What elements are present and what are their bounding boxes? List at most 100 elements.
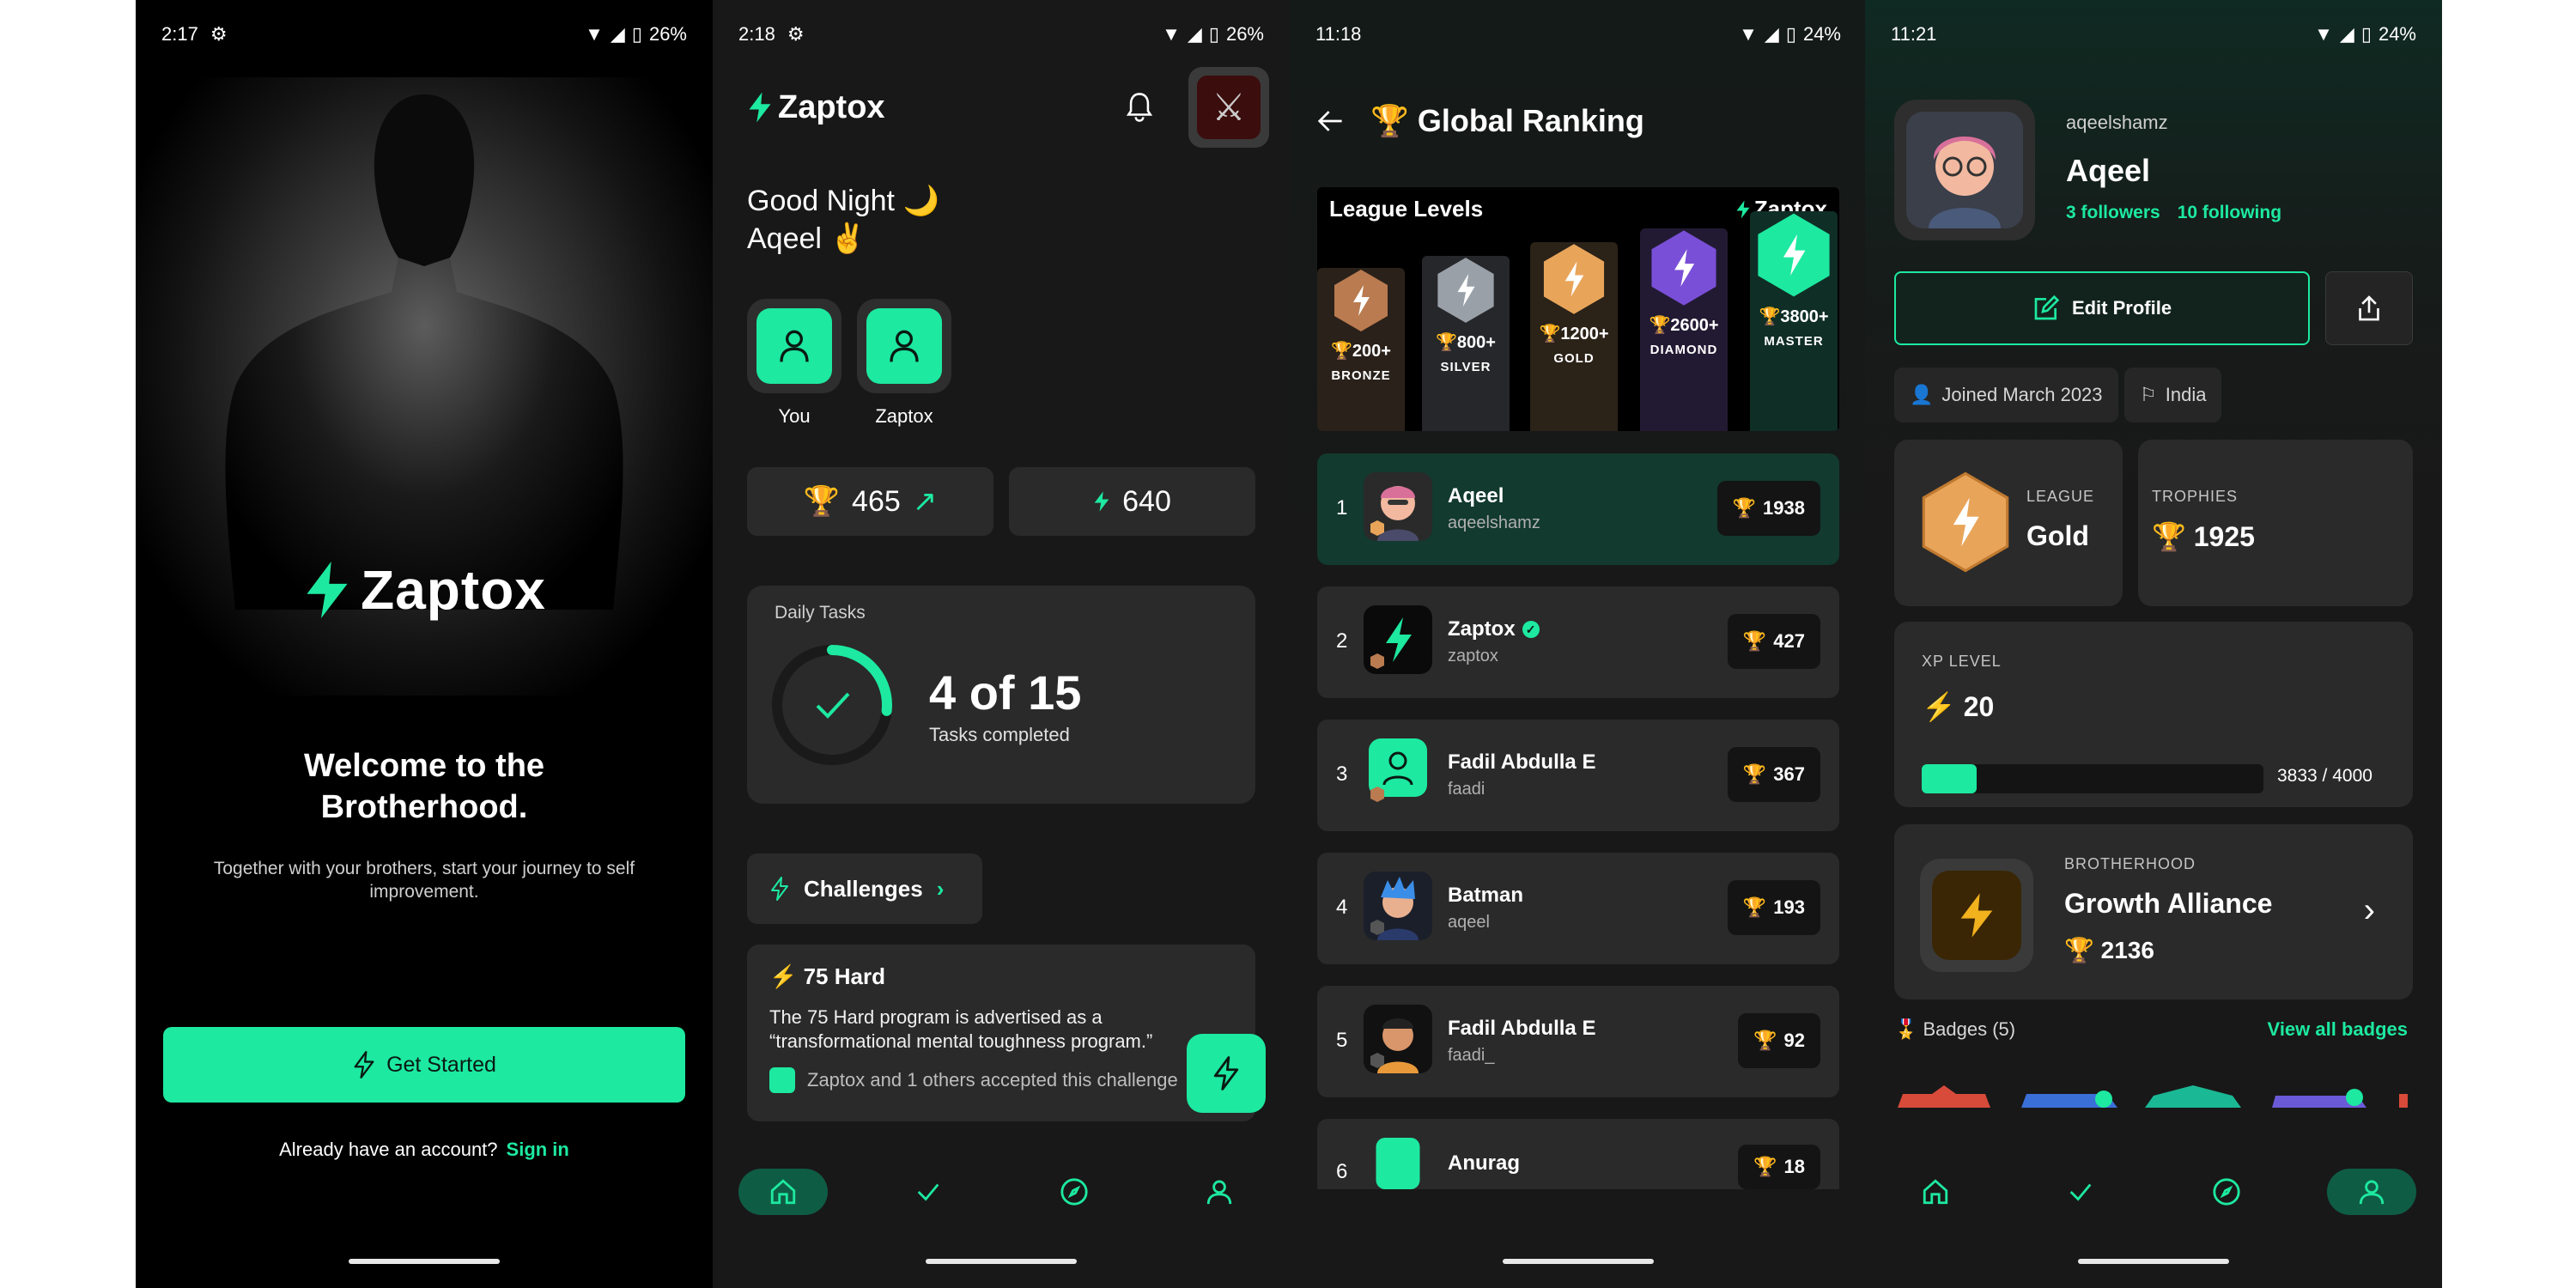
profile-name: Aqeel (2066, 153, 2151, 188)
signin-link[interactable]: Sign in (507, 1139, 569, 1160)
bell-icon[interactable] (1125, 91, 1154, 124)
tasks-label: Tasks completed (929, 724, 1070, 745)
nav-profile[interactable] (1175, 1169, 1264, 1215)
trophy-count: 465 (852, 484, 901, 518)
brotherhood-trophies: 🏆 2136 (2064, 937, 2154, 963)
challenge-accepted: Zaptox and 1 others accepted this challe… (769, 1067, 1233, 1093)
rank-number: 3 (1336, 762, 1348, 786)
nav-home[interactable] (1891, 1169, 1980, 1215)
compass-icon (2213, 1178, 2240, 1206)
xp-level-card[interactable]: XP LEVEL ⚡ 20 3833 / 4000 (1894, 622, 2413, 807)
trophies-card[interactable]: TROPHIES 🏆 1925 (2138, 440, 2413, 606)
challenge-title: ⚡ 75 Hard (769, 963, 885, 989)
level-name: MASTER (1764, 334, 1824, 349)
nav-tasks[interactable] (2036, 1169, 2125, 1215)
badge-item[interactable] (1898, 1085, 1990, 1108)
ranking-row[interactable]: 4 Batman aqeel 🏆 193 (1317, 853, 1839, 964)
member-name: Fadil Abdulla E (1448, 750, 1596, 774)
share-button[interactable] (2325, 271, 2413, 345)
wifi-icon: ▼ (1162, 23, 1181, 45)
league-card[interactable]: LEAGUE Gold (1894, 440, 2123, 606)
gold-badge-icon (1543, 244, 1605, 314)
brotherhood-card[interactable]: BROTHERHOOD Growth Alliance 🏆 2136 › (1894, 824, 2413, 999)
member-name: Zaptox ✓ (1448, 617, 1540, 641)
trophy-icon: 🏆 (1732, 497, 1757, 519)
nav-profile[interactable] (2326, 1169, 2416, 1215)
battery-icon: ▯ (631, 23, 642, 45)
level-master: 🏆3800+ MASTER (1750, 211, 1838, 431)
badge-item[interactable] (2021, 1085, 2117, 1108)
global-ranking-screen: 11:18 ▼ ◢ ▯ 24% 🏆 Global Ranking League Lev… (1290, 0, 1867, 1288)
member-name: Anurag (1448, 1151, 1520, 1175)
profile-avatar[interactable]: ⚔ (1188, 67, 1269, 148)
country-text: India (2165, 384, 2207, 405)
top-app-bar: Zaptox ⚔ (747, 67, 1269, 148)
greeting-name: Aqeel ✌️ (747, 222, 866, 255)
view-all-badges-link[interactable]: View all badges (2268, 1018, 2408, 1041)
xp-stat[interactable]: 640 (1009, 467, 1255, 536)
challenge-description: The 75 Hard program is advertised as a “… (769, 1006, 1153, 1052)
challenges-button[interactable]: Challenges › (747, 854, 982, 924)
score-value: 367 (1773, 763, 1805, 785)
home-indicator[interactable] (1503, 1259, 1654, 1264)
badge-item[interactable] (2399, 1085, 2408, 1108)
badge-item[interactable] (2145, 1085, 2241, 1108)
badge-item[interactable] (2272, 1085, 2366, 1108)
person-icon: 👤 (1910, 384, 1934, 405)
battery-level: 24% (1802, 23, 1841, 45)
nav-tasks[interactable] (884, 1169, 973, 1215)
member-you[interactable]: You (747, 299, 841, 428)
avatar-image (1906, 112, 2023, 228)
get-started-button[interactable]: Get Started (163, 1027, 685, 1103)
bronze-badge-icon (1334, 270, 1388, 331)
back-arrow-icon[interactable] (1315, 108, 1345, 134)
profile-avatar[interactable] (1894, 100, 2035, 240)
new-challenge-fab[interactable] (1187, 1034, 1266, 1113)
bolt-icon (1094, 491, 1109, 512)
joined-text: Joined March 2023 (1941, 384, 2103, 405)
trophy-score: 🏆 92 (1738, 1013, 1820, 1068)
bolt-outline-icon (771, 877, 788, 901)
member-username: aqeelshamz (1448, 513, 1540, 532)
nav-home[interactable] (738, 1169, 828, 1215)
ranking-row[interactable]: 6 Anurag 🏆 18 (1317, 1119, 1839, 1189)
trophy-stat[interactable]: 🏆 465 ↗ (747, 467, 993, 536)
ranking-row[interactable]: 2 Zaptox ✓ zaptox 🏆 427 (1317, 586, 1839, 698)
ranking-row[interactable]: 1 Aqeel aqeelshamz 🏆 1938 (1317, 453, 1839, 565)
home-indicator[interactable] (349, 1259, 500, 1264)
challenge-card[interactable]: ⚡ 75 Hard The 75 Hard program is adverti… (747, 945, 1255, 1121)
flag-icon: ⚐ (2140, 384, 2157, 405)
purple-badge-icon (2272, 1089, 2366, 1108)
nav-explore[interactable] (1030, 1169, 1119, 1215)
member-username: faadi_ (1448, 1046, 1495, 1065)
edit-profile-button[interactable]: Edit Profile (1894, 271, 2310, 345)
score-value: 18 (1783, 1156, 1805, 1177)
trophy-icon: 🏆 (1742, 763, 1767, 785)
trophy-icon: 🏆 (803, 485, 841, 518)
xp-progress-fill (1922, 764, 1977, 793)
score-value: 427 (1773, 630, 1805, 652)
app-name: Zaptox (778, 88, 885, 125)
member-username: zaptox (1448, 647, 1498, 665)
ranking-row[interactable]: 5 Fadil Abdulla E faadi_ 🏆 92 (1317, 986, 1839, 1097)
wifi-icon: ▼ (585, 23, 604, 45)
battery-level: 26% (648, 23, 687, 45)
nav-explore[interactable] (2182, 1169, 2271, 1215)
home-indicator[interactable] (926, 1259, 1077, 1264)
red-badge-icon (1898, 1085, 1990, 1108)
ranking-row[interactable]: 3 Fadil Abdulla E faadi 🏆 367 (1317, 720, 1839, 831)
welcome-screen: 2:17 ⚙ ▼ ◢ ▯ 26% Zaptox Welcome to the Broth… (136, 0, 713, 1288)
stats-row: 🏆 465 ↗ 640 (747, 467, 1255, 536)
greeting-time: Good Night 🌙 (747, 185, 939, 217)
member-zaptox[interactable]: Zaptox (857, 299, 951, 428)
bottom-fade (1290, 1189, 1867, 1288)
app-logo: Zaptox (136, 558, 713, 622)
joined-chip: 👤 Joined March 2023 (1894, 368, 2118, 422)
following-link[interactable]: 10 following (2178, 203, 2281, 222)
followers-link[interactable]: 3 followers (2066, 203, 2160, 222)
trophy-score: 🏆 18 (1738, 1145, 1820, 1189)
league-label: LEAGUE (2026, 488, 2095, 505)
home-indicator[interactable] (2078, 1259, 2229, 1264)
daily-tasks-card[interactable]: Daily Tasks 4 of 15 Tasks completed (747, 586, 1255, 804)
status-bar: 11:21 ▼ ◢ ▯ 24% (1865, 0, 2442, 69)
